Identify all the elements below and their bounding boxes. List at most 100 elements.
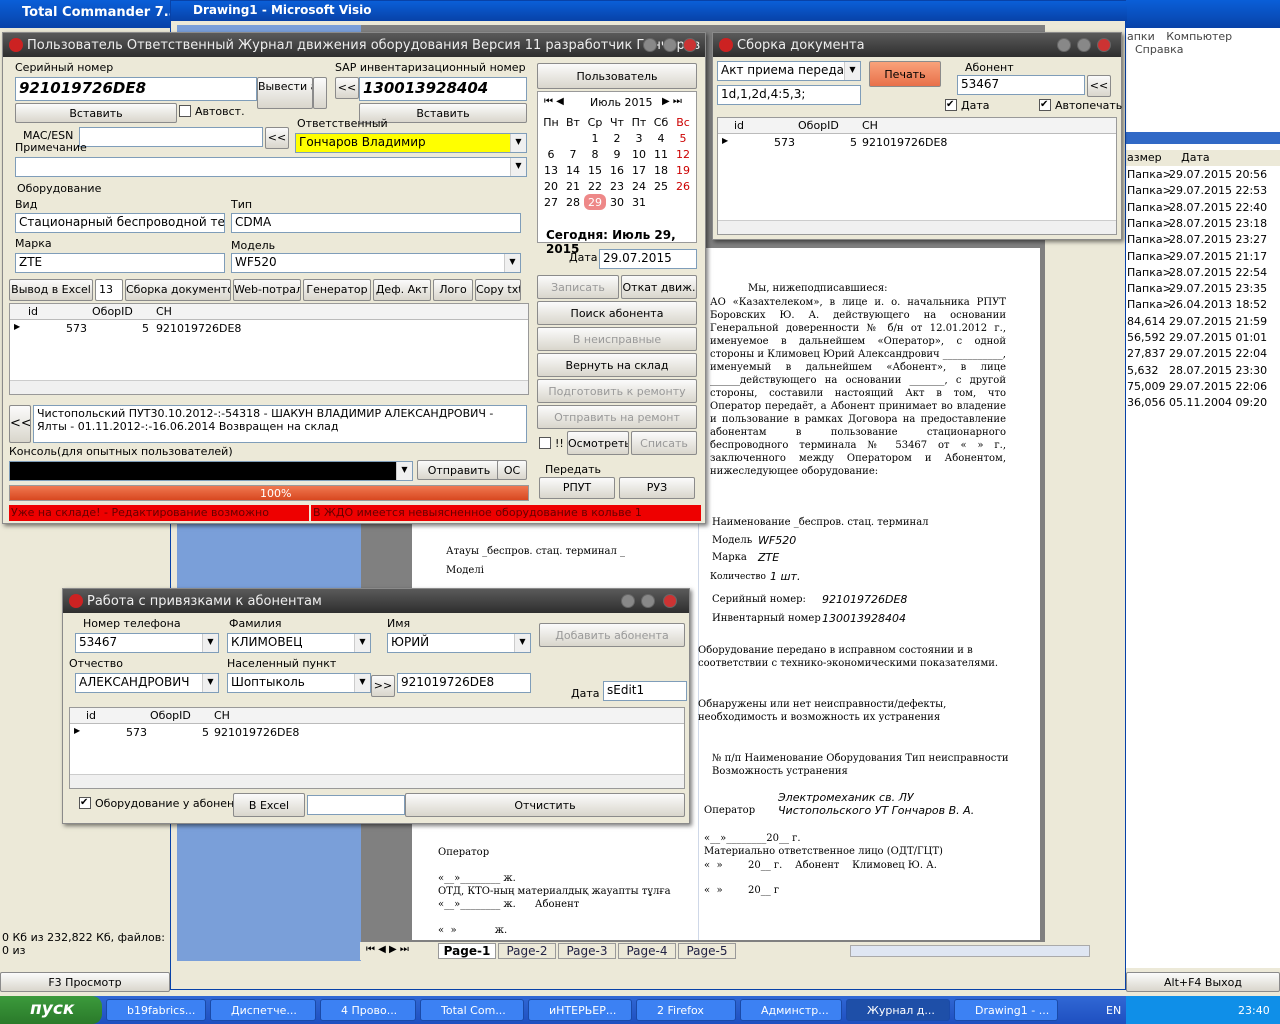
count-input[interactable]: 13 xyxy=(95,279,123,301)
family-select[interactable]: КЛИМОВЕЦ ▼ xyxy=(227,633,371,653)
calendar-day[interactable]: 18 xyxy=(650,162,672,178)
calendar-day[interactable]: 23 xyxy=(606,178,628,194)
col-id[interactable]: id xyxy=(734,119,744,132)
calendar-day[interactable] xyxy=(672,194,694,210)
list-item[interactable]: Папка> 28.07.2015 22:54 xyxy=(1123,266,1280,282)
print-act-button[interactable]: Вывести акт xyxy=(257,77,313,109)
col-oborid[interactable]: ОборID xyxy=(92,305,133,318)
calendar-day[interactable]: 8 xyxy=(584,146,606,162)
calendar-day[interactable]: 20 xyxy=(540,178,562,194)
doc-type-select[interactable]: Акт приема передачи Сl ▼ xyxy=(717,61,861,81)
tab-page[interactable]: Page-2 xyxy=(498,943,556,959)
mac-input[interactable] xyxy=(79,127,263,147)
forward-button[interactable]: >> xyxy=(371,675,395,697)
add-subscriber-button[interactable]: Добавить абонента xyxy=(539,623,685,647)
chevron-down-icon[interactable]: ▼ xyxy=(202,634,218,652)
tc-f3-button[interactable]: F3 Просмотр xyxy=(0,972,170,992)
list-item[interactable]: 56,592 29.07.2015 01:01 xyxy=(1123,331,1280,347)
chevron-down-icon[interactable]: ▼ xyxy=(396,462,412,480)
tab-page[interactable]: Page-4 xyxy=(618,943,676,959)
col-oborid[interactable]: ОборID xyxy=(150,709,191,722)
abon-back-button[interactable]: << xyxy=(1087,75,1111,97)
send-repair-button[interactable]: Отправить на ремонт xyxy=(537,405,697,429)
grid-hscroll[interactable] xyxy=(10,380,528,394)
date-input[interactable]: sEdit1 xyxy=(603,681,687,701)
name-select[interactable]: ЮРИЙ ▼ xyxy=(387,633,531,653)
date-input[interactable]: 29.07.2015 xyxy=(599,249,697,269)
calendar-day[interactable]: 31 xyxy=(628,194,650,210)
taskbar-item[interactable]: b19fabrics... xyxy=(106,999,206,1021)
print-button[interactable]: Печать xyxy=(869,61,941,87)
clear-button[interactable]: Отчистить xyxy=(405,793,685,817)
paste-button-1[interactable]: Вставить xyxy=(15,103,177,123)
tc-altf4-button[interactable]: Alt+F4 Выход xyxy=(1126,972,1280,992)
list-item[interactable]: 84,614 29.07.2015 21:59 xyxy=(1123,315,1280,331)
excl-checkbox[interactable] xyxy=(539,437,551,449)
os-button[interactable]: ОС xyxy=(497,460,527,480)
tool-button[interactable]: Copy txt xyxy=(475,279,521,301)
tool-button[interactable]: Вывод в Excel xyxy=(9,279,93,301)
chevron-down-icon[interactable]: ▼ xyxy=(844,62,860,80)
serial-input[interactable]: 921019726DE8 xyxy=(15,77,257,101)
phone-select[interactable]: 53467 ▼ xyxy=(75,633,219,653)
grid-hscroll[interactable] xyxy=(718,220,1116,234)
col-oborid[interactable]: ОборID xyxy=(798,119,839,132)
list-item[interactable]: Папка> 28.07.2015 23:18 xyxy=(1123,217,1280,233)
tc-menu-help[interactable]: Справка xyxy=(1135,43,1183,56)
calendar-day[interactable]: 25 xyxy=(650,178,672,194)
calendar-day[interactable]: 5 xyxy=(672,130,694,146)
taskbar-item[interactable]: Total Com... xyxy=(420,999,524,1021)
minimize-icon[interactable] xyxy=(643,38,657,52)
list-item[interactable]: 27,837 29.07.2015 22:04 xyxy=(1123,347,1280,363)
city-select[interactable]: Шоптыколь ▼ xyxy=(227,673,371,693)
taskbar-item[interactable]: 4 Прово... xyxy=(320,999,416,1021)
calendar-day[interactable] xyxy=(540,130,562,146)
prepare-repair-button[interactable]: Подготовить к ремонту xyxy=(537,379,697,403)
inspect-button[interactable]: Осмотреть xyxy=(567,431,629,455)
tool-button[interactable]: Сборка документов xyxy=(125,279,231,301)
tool-button[interactable]: Лого xyxy=(433,279,473,301)
tool-button[interactable]: Web-потрал xyxy=(233,279,301,301)
maximize-icon[interactable] xyxy=(641,594,655,608)
tc-menu-computer[interactable]: Компьютер xyxy=(1166,30,1232,43)
calendar-day[interactable]: 7 xyxy=(562,146,584,162)
list-item[interactable]: Папка> 28.07.2015 23:27 xyxy=(1123,233,1280,249)
chevron-down-icon[interactable]: ▼ xyxy=(354,634,370,652)
calendar-day[interactable]: 9 xyxy=(606,146,628,162)
maximize-icon[interactable] xyxy=(1077,38,1091,52)
calendar-day[interactable]: 19 xyxy=(672,162,694,178)
visio-hscroll[interactable] xyxy=(850,945,1090,957)
close-icon[interactable] xyxy=(1097,38,1111,52)
close-icon[interactable] xyxy=(683,38,697,52)
minimize-icon[interactable] xyxy=(1057,38,1071,52)
tab-page[interactable]: Page-5 xyxy=(678,943,736,959)
calendar-day[interactable]: 1 xyxy=(584,130,606,146)
calendar-day[interactable]: 15 xyxy=(584,162,606,178)
calendar-day[interactable]: 28 xyxy=(562,194,584,210)
taskbar-item[interactable]: Админстр... xyxy=(740,999,842,1021)
lang-indicator[interactable]: EN xyxy=(1106,1004,1121,1017)
list-item[interactable]: 36,056 05.11.2004 09:20 xyxy=(1123,396,1280,412)
calendar-day[interactable]: 27 xyxy=(540,194,562,210)
chevron-down-icon[interactable]: ▼ xyxy=(354,674,370,692)
autost-checkbox[interactable] xyxy=(179,105,191,117)
writeoff-button[interactable]: Списать xyxy=(631,431,697,455)
calendar-day[interactable]: 22 xyxy=(584,178,606,194)
table-row[interactable]: ▶ 573 5 921019726DE8 xyxy=(70,725,684,741)
maximize-icon[interactable] xyxy=(663,38,677,52)
tool-button[interactable]: Деф. Акт xyxy=(373,279,431,301)
col-id[interactable]: id xyxy=(28,305,38,318)
note-input[interactable]: ▼ xyxy=(15,157,527,177)
sap-back-button[interactable]: << xyxy=(335,77,359,99)
calendar-day[interactable]: 4 xyxy=(650,130,672,146)
mac-back-button[interactable]: << xyxy=(265,127,289,149)
tab-page[interactable]: Page-3 xyxy=(558,943,616,959)
taskbar-item[interactable]: 2 Firefox xyxy=(636,999,736,1021)
next-month-icon[interactable]: ▶ ⏭ xyxy=(662,96,682,107)
brand-input[interactable]: ZTE xyxy=(15,253,225,273)
calendar-day[interactable]: 24 xyxy=(628,178,650,194)
close-icon[interactable] xyxy=(663,594,677,608)
list-item[interactable]: 5,632 28.07.2015 23:30 xyxy=(1123,364,1280,380)
calendar-day[interactable]: 3 xyxy=(628,130,650,146)
calendar-day[interactable]: 2 xyxy=(606,130,628,146)
